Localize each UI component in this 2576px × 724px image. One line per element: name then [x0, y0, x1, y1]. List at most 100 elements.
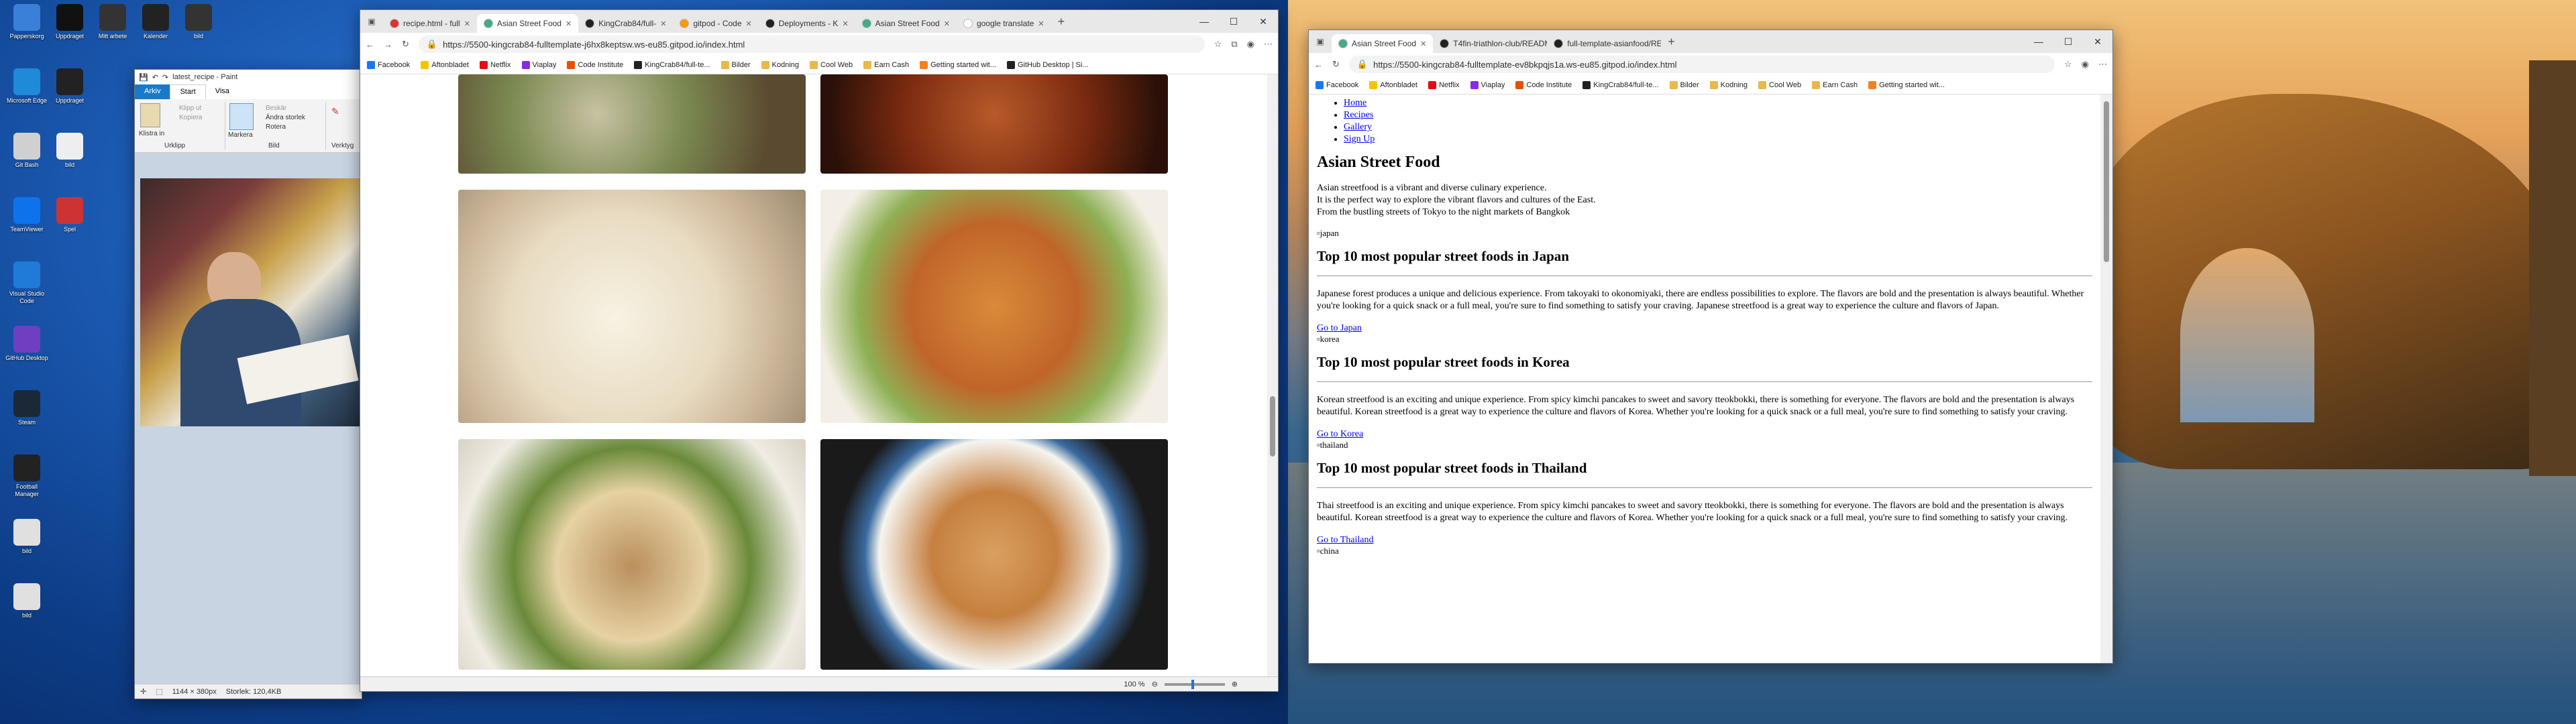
- food-image-yakitori[interactable]: [820, 74, 1168, 174]
- url-field[interactable]: 🔒 https://5500-kingcrab84-fulltemplate-j…: [418, 36, 1205, 53]
- save-icon[interactable]: 💾: [139, 73, 148, 82]
- menu-icon[interactable]: ⋯: [2098, 59, 2107, 70]
- bookmark-item[interactable]: KingCrab84/full-te...: [634, 60, 710, 69]
- bookmark-item[interactable]: Viaplay: [521, 60, 556, 69]
- food-image-noodle-salad[interactable]: [458, 74, 806, 174]
- bookmark-item[interactable]: Kodning: [761, 60, 799, 69]
- bookmark-item[interactable]: Facebook: [367, 60, 410, 69]
- nav-link[interactable]: Gallery: [1344, 122, 1372, 132]
- bookmark-item[interactable]: Earn Cash: [1812, 80, 1858, 89]
- bookmark-item[interactable]: Code Institute: [567, 60, 623, 69]
- bookmark-item[interactable]: Code Institute: [1515, 80, 1572, 89]
- desktop-icon[interactable]: TeamViewer: [5, 197, 48, 233]
- desktop-icon[interactable]: Mitt arbete: [91, 4, 134, 40]
- bookmark-item[interactable]: Getting started wit...: [1868, 80, 1945, 89]
- zoom-slider[interactable]: [1164, 679, 1225, 689]
- tab-close-icon[interactable]: ✕: [660, 19, 666, 28]
- desktop-icon[interactable]: Steam: [5, 390, 48, 426]
- section-link[interactable]: Go to Japan: [1317, 323, 1362, 333]
- desktop-icon[interactable]: bild: [5, 519, 48, 555]
- food-image-gyoza[interactable]: [820, 190, 1168, 423]
- close-button[interactable]: ✕: [1248, 16, 1278, 27]
- bookmark-item[interactable]: Cool Web: [810, 60, 853, 69]
- food-image-chicken-rice[interactable]: [458, 190, 806, 423]
- minimize-button[interactable]: —: [2024, 36, 2053, 48]
- zoom-in-icon[interactable]: ⊕: [1232, 680, 1238, 688]
- favorites-icon[interactable]: ☆: [1214, 39, 1222, 50]
- bookmark-item[interactable]: Earn Cash: [863, 60, 909, 69]
- minimize-button[interactable]: —: [1189, 16, 1219, 27]
- desktop-icon[interactable]: Football Manager: [5, 455, 48, 498]
- forward-icon[interactable]: →: [384, 40, 392, 50]
- desktop-icon[interactable]: Uppdraget: [48, 4, 91, 40]
- browser-tab[interactable]: KingCrab84/full- ✕: [578, 14, 673, 33]
- menu-icon[interactable]: ⋯: [1264, 39, 1273, 50]
- maximize-button[interactable]: ☐: [1219, 16, 1248, 27]
- section-link[interactable]: Go to Thailand: [1317, 535, 1374, 545]
- browser-tab[interactable]: Deployments - K ✕: [759, 14, 855, 33]
- scrollbar-thumb[interactable]: [2104, 101, 2109, 262]
- tab-close-icon[interactable]: ✕: [944, 19, 950, 28]
- section-link[interactable]: Go to Korea: [1317, 429, 1363, 439]
- back-icon[interactable]: ←: [1314, 60, 1323, 70]
- nav-link[interactable]: Home: [1344, 98, 1366, 108]
- reload-icon[interactable]: ↻: [402, 39, 409, 50]
- paste-button[interactable]: Klistra in: [139, 130, 164, 137]
- tab-close-icon[interactable]: ✕: [566, 19, 572, 28]
- desktop-icon[interactable]: Visual Studio Code: [5, 261, 48, 305]
- bookmark-item[interactable]: Netflix: [479, 60, 511, 69]
- bookmark-item[interactable]: Viaplay: [1470, 80, 1505, 89]
- browser-tab[interactable]: Asian Street Food ✕: [1332, 34, 1434, 53]
- undo-icon[interactable]: ↶: [152, 73, 158, 82]
- copy-button[interactable]: Kopiera: [179, 114, 202, 121]
- new-tab-button[interactable]: +: [1051, 15, 1072, 29]
- pencil-icon[interactable]: ✎: [331, 106, 339, 117]
- collections-icon[interactable]: ⧉: [1231, 39, 1237, 50]
- bookmark-item[interactable]: KingCrab84/full-te...: [1582, 80, 1659, 89]
- bookmark-item[interactable]: Netflix: [1428, 80, 1460, 89]
- redo-icon[interactable]: ↷: [162, 73, 168, 82]
- close-button[interactable]: ✕: [2083, 36, 2112, 48]
- tab-actions-icon[interactable]: ▣: [1309, 37, 1332, 46]
- desktop-icon[interactable]: Uppdraget: [48, 68, 91, 105]
- browser-tab[interactable]: T4fin-triathlon-club/README.m✕: [1433, 34, 1547, 53]
- desktop-icon[interactable]: Microsoft Edge: [5, 68, 48, 105]
- menu-home[interactable]: Start: [170, 84, 206, 99]
- bookmark-item[interactable]: Aftonbladet: [421, 60, 469, 69]
- bookmark-item[interactable]: Kodning: [1709, 80, 1748, 89]
- new-tab-button[interactable]: +: [1661, 35, 1682, 49]
- scrollbar-thumb[interactable]: [1270, 396, 1275, 457]
- desktop-icon[interactable]: GitHub Desktop: [5, 326, 48, 362]
- bookmark-item[interactable]: Bilder: [1669, 80, 1699, 89]
- browser-tab[interactable]: google translate ✕: [957, 14, 1051, 33]
- tab-close-icon[interactable]: ✕: [1420, 40, 1426, 48]
- browser-tab[interactable]: recipe.html - full ✕: [383, 14, 477, 33]
- paint-canvas-image[interactable]: [140, 178, 362, 426]
- favorites-icon[interactable]: ☆: [2064, 59, 2072, 70]
- bookmark-item[interactable]: Aftonbladet: [1369, 80, 1417, 89]
- nav-link[interactable]: Recipes: [1344, 110, 1373, 120]
- desktop-icon[interactable]: Papperskorg: [5, 4, 48, 40]
- crop-button[interactable]: Beskär: [266, 105, 286, 112]
- resize-button[interactable]: Ändra storlek: [266, 114, 305, 121]
- browser-tab[interactable]: gitpod - Code ✕: [673, 14, 758, 33]
- rotate-button[interactable]: Rotera: [266, 123, 286, 131]
- reload-icon[interactable]: ↻: [1332, 59, 1340, 70]
- vertical-scrollbar[interactable]: [1267, 74, 1278, 676]
- desktop-icon[interactable]: bild: [177, 4, 220, 40]
- url-field[interactable]: 🔒 https://5500-kingcrab84-fulltemplate-e…: [1348, 56, 2055, 73]
- vertical-scrollbar[interactable]: [2100, 95, 2112, 663]
- food-image-pho[interactable]: [458, 439, 806, 670]
- browser-tab[interactable]: Asian Street Food ✕: [855, 14, 957, 33]
- bookmark-item[interactable]: Getting started wit...: [920, 60, 996, 69]
- select-icon[interactable]: [229, 103, 254, 130]
- desktop-icon[interactable]: Spel: [48, 197, 91, 233]
- menu-view[interactable]: Visa: [206, 84, 239, 99]
- zoom-out-icon[interactable]: ⊖: [1152, 680, 1158, 688]
- desktop-icon[interactable]: bild: [5, 583, 48, 619]
- desktop-icon[interactable]: Git Bash: [5, 133, 48, 169]
- tab-close-icon[interactable]: ✕: [842, 19, 848, 28]
- tab-actions-icon[interactable]: ▣: [360, 17, 383, 26]
- food-image-pad-thai[interactable]: [820, 439, 1168, 670]
- bookmark-item[interactable]: Bilder: [720, 60, 751, 69]
